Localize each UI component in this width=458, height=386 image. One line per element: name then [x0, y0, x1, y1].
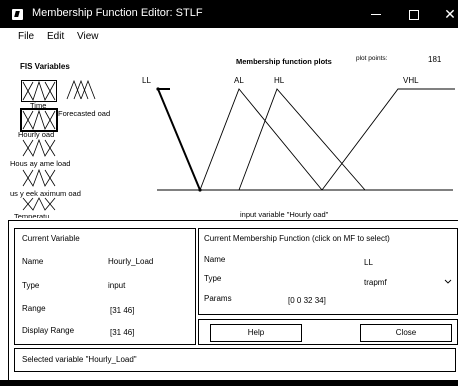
display-range-field[interactable]: [31 46] — [110, 328, 134, 337]
mf-params-label: Params — [204, 294, 232, 303]
close-button[interactable]: Close — [360, 324, 452, 342]
mf-curve-hl — [238, 88, 366, 191]
mf-plot-area[interactable] — [150, 80, 455, 200]
plot-title: Membership function plots — [236, 57, 332, 66]
menu-bar: File Edit View — [0, 28, 458, 46]
variable-time-icon[interactable] — [21, 80, 57, 102]
menu-file[interactable]: File — [18, 31, 34, 42]
mf-params-field[interactable]: [0 0 32 34] — [288, 296, 326, 305]
variable-holiday-load-label: Hous ay ame load — [10, 159, 71, 168]
variable-name-label: Name — [22, 257, 44, 266]
variable-forecasted-load-icon[interactable] — [66, 80, 98, 100]
mf-curve-vhl — [321, 88, 455, 191]
chevron-down-icon[interactable] — [444, 279, 452, 284]
variable-type-label: Type — [22, 281, 40, 290]
window-title: Membership Function Editor: STLF — [32, 7, 203, 19]
maximize-icon — [409, 9, 419, 20]
mf-ll-handle-left — [156, 87, 160, 91]
minimize-icon — [371, 14, 381, 16]
variable-name-value: Hourly_Load — [108, 257, 154, 266]
mf-type-select[interactable]: trapmf — [364, 278, 387, 287]
menu-view[interactable]: View — [77, 31, 99, 42]
close-window-button[interactable]: ✕ — [430, 0, 458, 28]
mf-type-label: Type — [204, 274, 222, 283]
menu-edit[interactable]: Edit — [47, 31, 64, 42]
title-bar: Membership Function Editor: STLF ✕ — [0, 0, 458, 28]
variable-holiday-load-icon[interactable] — [22, 139, 56, 157]
help-button[interactable]: Help — [210, 324, 302, 342]
minimize-button[interactable] — [356, 0, 396, 28]
variable-hourly-load-label: Hourly oad — [18, 130, 55, 139]
app-icon — [12, 9, 23, 20]
mf-curve-al — [199, 88, 323, 191]
variable-week-max-load-icon[interactable] — [22, 169, 56, 187]
mf-name-label: Name — [204, 255, 226, 264]
current-mf-heading: Current Membership Function (click on MF… — [204, 234, 390, 243]
variable-range-field[interactable]: [31 46] — [110, 306, 134, 315]
variable-type-value: input — [108, 281, 126, 290]
variable-temperature-label: Temperatu — [14, 212, 50, 218]
plot-points-label: plot points: — [356, 55, 388, 62]
plot-points-value[interactable]: 181 — [428, 55, 441, 64]
variable-forecasted-load-label: Forecasted oad — [58, 109, 111, 118]
display-range-label: Display Range — [22, 326, 75, 335]
maximize-button[interactable] — [394, 0, 434, 28]
taskbar-strip — [0, 380, 458, 386]
variable-temperature-icon[interactable] — [22, 197, 56, 211]
input-variable-caption: input variable "Hourly oad" — [240, 210, 329, 219]
fis-variables-title: FIS Variables — [20, 62, 70, 71]
mf-curve-ll — [157, 88, 201, 191]
current-variable-heading: Current Variable — [22, 234, 80, 243]
mf-name-field[interactable]: LL — [364, 258, 373, 267]
variable-range-label: Range — [22, 304, 46, 313]
variable-hourly-load-icon[interactable] — [20, 108, 58, 132]
status-message: Selected variable "Hourly_Load" — [22, 355, 137, 364]
